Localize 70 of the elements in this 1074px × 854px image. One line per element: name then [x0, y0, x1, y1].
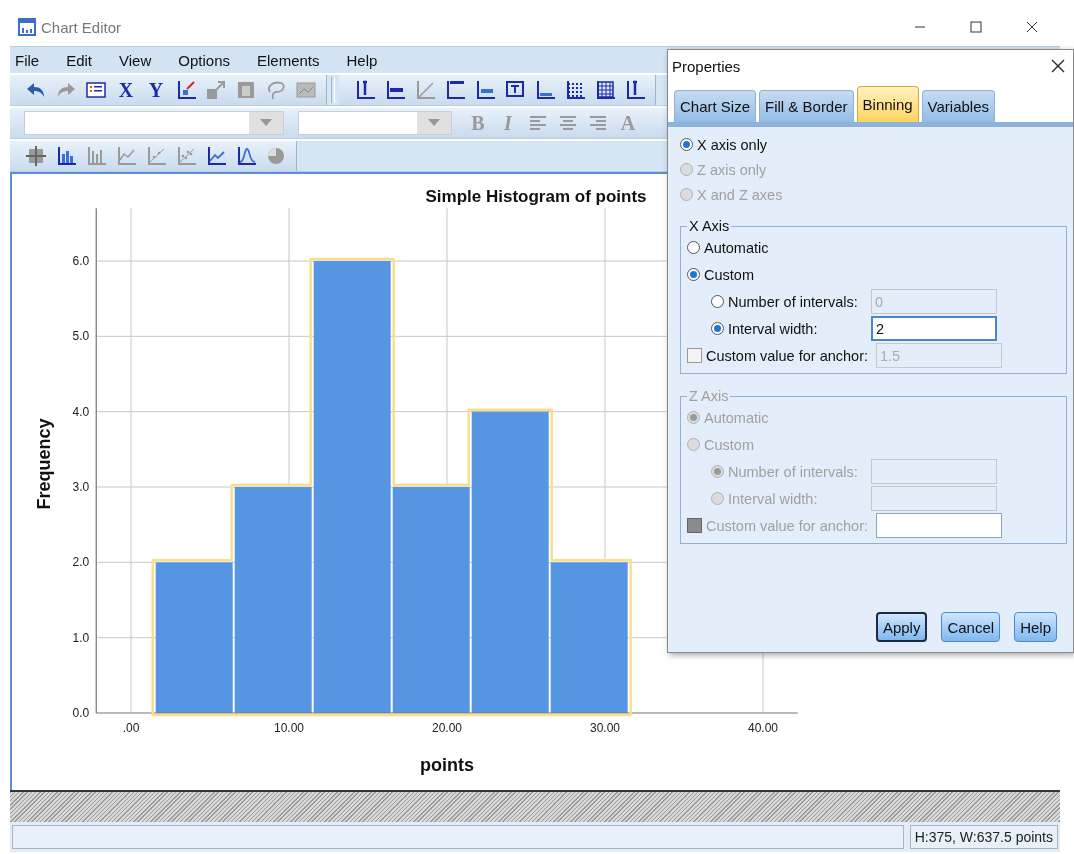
maximize-icon[interactable]: [970, 21, 982, 33]
option-label: Z axis only: [697, 161, 767, 178]
option-label: Number of intervals:: [728, 463, 859, 480]
window-title: Chart Editor: [41, 18, 122, 36]
menu-item[interactable]: Help: [345, 51, 391, 69]
y-tick-label: 6.0: [72, 254, 90, 268]
option-label: Number of intervals:: [728, 293, 859, 310]
menu-item[interactable]: File: [14, 51, 53, 69]
x-tick-label: 20.00: [432, 721, 462, 735]
option-label: X axis only: [697, 136, 768, 153]
close-icon[interactable]: [1051, 59, 1065, 73]
radio-button[interactable]: [680, 138, 693, 151]
option-label: Custom: [704, 266, 754, 283]
radio-button[interactable]: [711, 295, 724, 308]
dialog-button[interactable]: Cancel: [941, 612, 1001, 642]
histogram-bar[interactable]: [234, 487, 312, 713]
dialog-title: Properties: [672, 57, 741, 75]
x-axis-button[interactable]: X: [114, 78, 138, 102]
option-label: Interval width:: [728, 320, 819, 337]
tab[interactable]: Fill & Border: [759, 90, 854, 122]
y-tick-label: 4.0: [72, 404, 90, 419]
y-tick-label: 1.0: [72, 630, 90, 645]
radio-button[interactable]: [687, 268, 700, 281]
status-text: H:375, W:637.5 points: [909, 825, 1058, 849]
option-label: Custom value for anchor:: [706, 347, 869, 364]
dropdown-field[interactable]: [298, 111, 452, 135]
y-tick-label: 5.0: [72, 329, 90, 344]
y-axis-title: Frequency: [34, 418, 54, 510]
chart-title: Simple Histogram of points: [425, 187, 647, 206]
menu-item[interactable]: Edit: [65, 51, 106, 69]
menu-item[interactable]: Elements: [256, 51, 333, 69]
y-tick-label: 3.0: [72, 480, 90, 494]
y-tick-label: 0.0: [72, 706, 90, 720]
dialog-button[interactable]: Help: [1014, 612, 1057, 642]
tab[interactable]: Variables: [921, 90, 996, 122]
histogram-bar[interactable]: [155, 562, 233, 713]
splitter-bar[interactable]: [10, 790, 1060, 822]
checkbox[interactable]: [687, 348, 702, 363]
dropdown-arrow-icon[interactable]: [260, 119, 272, 127]
group-legend: Z Axis: [687, 388, 731, 404]
x-tick-label: 40.00: [748, 721, 778, 735]
menu-item[interactable]: Options: [177, 51, 243, 69]
dialog-button[interactable]: Apply: [875, 612, 928, 642]
y-tick-label: 2.0: [72, 555, 90, 570]
histogram-bar[interactable]: [392, 487, 470, 713]
radio-button[interactable]: [687, 241, 700, 254]
dropdown-field[interactable]: [24, 111, 284, 135]
x-tick-label: 10.00: [274, 721, 304, 735]
x-tick-label: .00: [122, 721, 140, 735]
tab[interactable]: Binning: [856, 86, 919, 122]
x-axis-title: points: [420, 755, 474, 775]
menu-item[interactable]: View: [118, 51, 165, 69]
number-field[interactable]: 2: [871, 316, 997, 341]
option-label: Interval width:: [728, 490, 819, 507]
histogram-bar[interactable]: [313, 261, 391, 713]
group-legend: X Axis: [687, 218, 732, 234]
option-label: Automatic: [704, 239, 769, 256]
option-label: Custom: [704, 436, 754, 453]
radio-button[interactable]: [711, 322, 724, 335]
histogram-bar[interactable]: [550, 562, 628, 713]
x-tick-label: 30.00: [590, 721, 620, 735]
option-label: X and Z axes: [697, 186, 783, 203]
dropdown-arrow-icon[interactable]: [428, 119, 440, 127]
option-label: Automatic: [704, 409, 769, 426]
option-label: Custom value for anchor:: [706, 517, 869, 534]
close-icon[interactable]: [1026, 21, 1038, 33]
y-axis-button[interactable]: Y: [144, 78, 168, 102]
app-icon: [18, 18, 36, 36]
tab[interactable]: Chart Size: [674, 90, 757, 122]
histogram-bar[interactable]: [471, 411, 549, 713]
